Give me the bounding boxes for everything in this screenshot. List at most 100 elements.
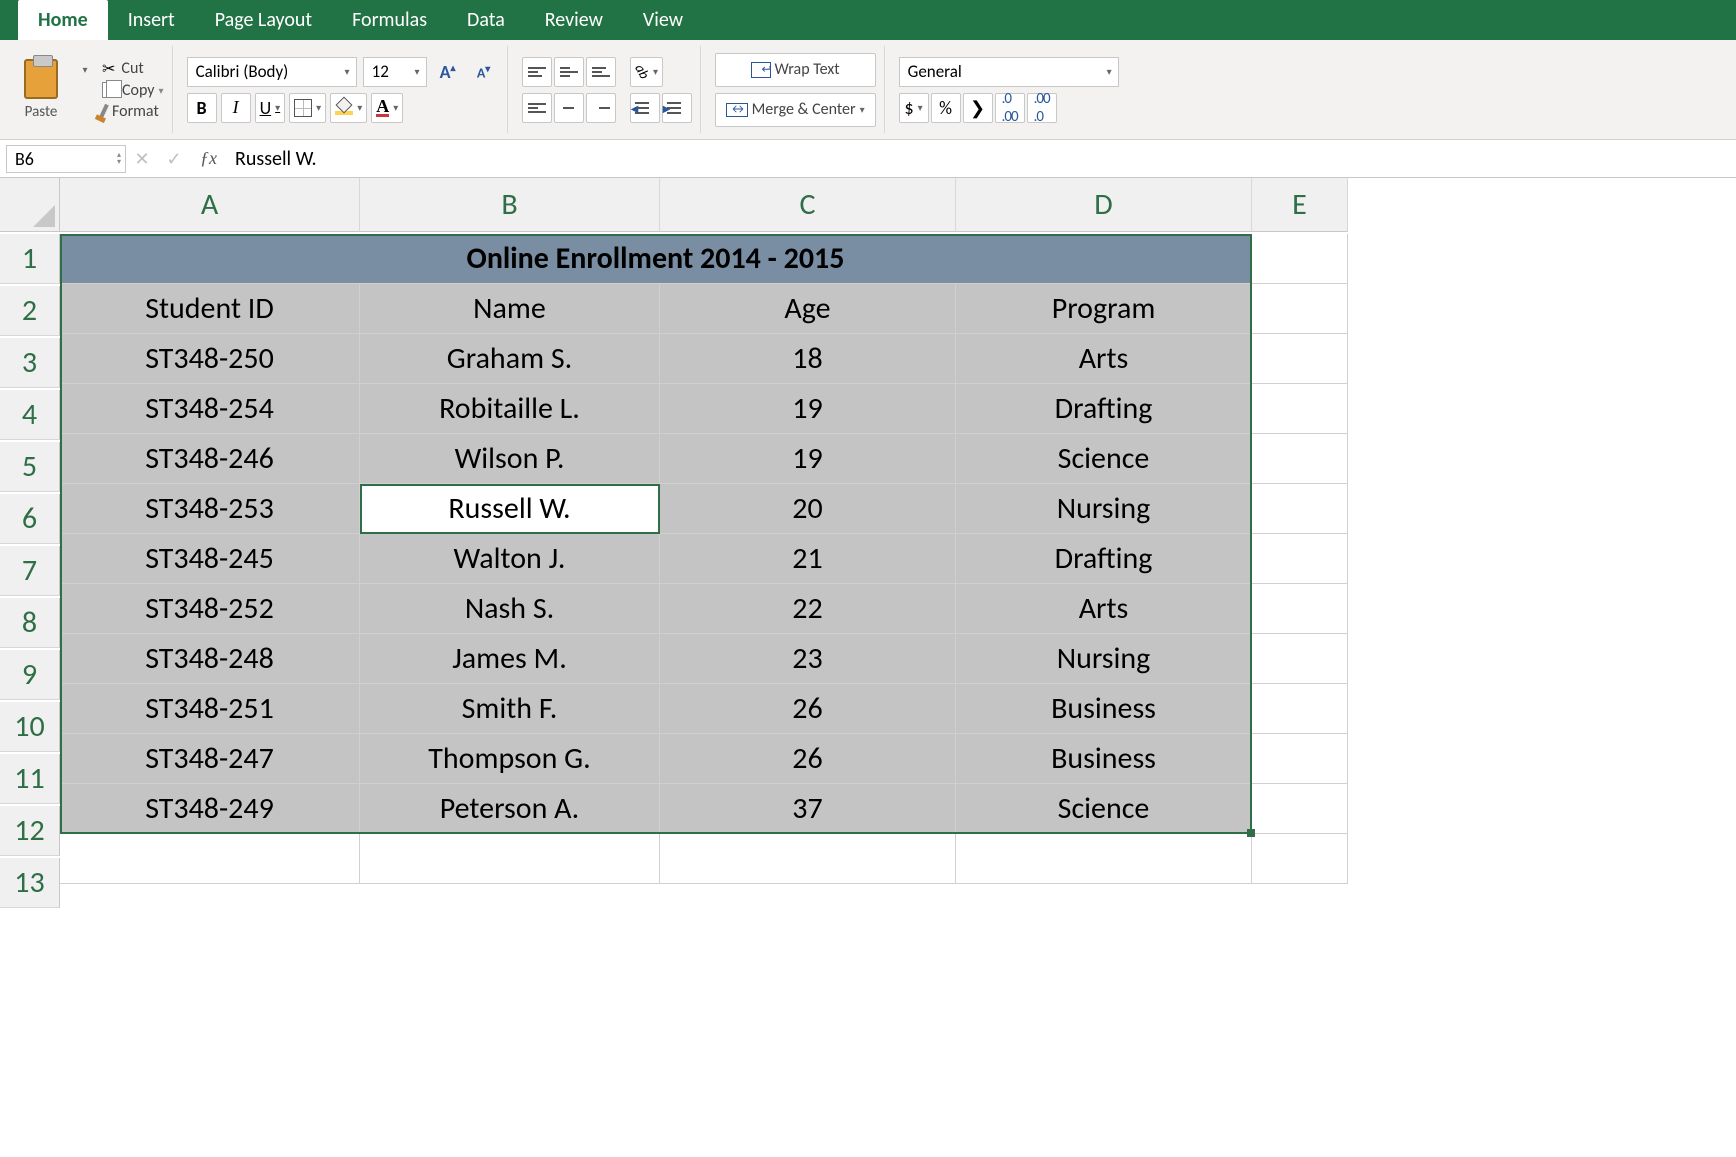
format-painter-button[interactable]: Format: [102, 102, 164, 121]
cut-button[interactable]: ✂ Cut: [102, 59, 164, 79]
cell-A7[interactable]: ST348-245: [60, 534, 360, 584]
decrease-font-button[interactable]: A▾: [469, 57, 499, 87]
cell-D4[interactable]: Drafting: [956, 384, 1252, 434]
cell-D3[interactable]: Arts: [956, 334, 1252, 384]
cell-D6[interactable]: Nursing: [956, 484, 1252, 534]
select-all-corner[interactable]: [0, 178, 60, 232]
cell-A2[interactable]: Student ID: [60, 284, 360, 334]
cell-C7[interactable]: 21: [660, 534, 956, 584]
row-header-12[interactable]: 12: [0, 806, 60, 856]
cell-C11[interactable]: 26: [660, 734, 956, 784]
number-format-select[interactable]: General▾: [899, 57, 1119, 87]
font-size-select[interactable]: 12▾: [363, 57, 427, 87]
col-header-B[interactable]: B: [360, 178, 660, 232]
cell-E1[interactable]: [1252, 234, 1348, 284]
row-header-2[interactable]: 2: [0, 286, 60, 336]
cell-E12[interactable]: [1252, 784, 1348, 834]
cell-E7[interactable]: [1252, 534, 1348, 584]
cell-A3[interactable]: ST348-250: [60, 334, 360, 384]
name-box[interactable]: B6 ▴▾: [6, 145, 126, 173]
fill-color-button[interactable]: [330, 93, 367, 123]
cell-B6[interactable]: Russell W.: [360, 484, 660, 534]
cell-D12[interactable]: Science: [956, 784, 1252, 834]
cell-D5[interactable]: Science: [956, 434, 1252, 484]
cell-B8[interactable]: Nash S.: [360, 584, 660, 634]
cell-C2[interactable]: Age: [660, 284, 956, 334]
tab-page-layout[interactable]: Page Layout: [195, 0, 332, 40]
cell-C4[interactable]: 19: [660, 384, 956, 434]
cell-B11[interactable]: Thompson G.: [360, 734, 660, 784]
align-top-button[interactable]: [522, 57, 552, 87]
cell-A10[interactable]: ST348-251: [60, 684, 360, 734]
underline-button[interactable]: U: [255, 93, 286, 123]
cell-B12[interactable]: Peterson A.: [360, 784, 660, 834]
cell-B3[interactable]: Graham S.: [360, 334, 660, 384]
font-name-select[interactable]: Calibri (Body)▾: [187, 57, 357, 87]
orientation-button[interactable]: ab: [630, 57, 663, 87]
enter-formula-button[interactable]: ✓: [158, 148, 190, 170]
tab-home[interactable]: Home: [18, 0, 108, 40]
cell-A4[interactable]: ST348-254: [60, 384, 360, 434]
cell-D11[interactable]: Business: [956, 734, 1252, 784]
percent-button[interactable]: %: [931, 93, 961, 123]
copy-dropdown-icon[interactable]: ▾: [159, 84, 164, 97]
cell-A6[interactable]: ST348-253: [60, 484, 360, 534]
cell-A5[interactable]: ST348-246: [60, 434, 360, 484]
cell-C12[interactable]: 37: [660, 784, 956, 834]
cancel-formula-button[interactable]: ✕: [126, 148, 158, 170]
cell-E9[interactable]: [1252, 634, 1348, 684]
cell-B13[interactable]: [360, 834, 660, 884]
tab-insert[interactable]: Insert: [108, 0, 195, 40]
cell-E2[interactable]: [1252, 284, 1348, 334]
cell-D9[interactable]: Nursing: [956, 634, 1252, 684]
cell-D10[interactable]: Business: [956, 684, 1252, 734]
tab-data[interactable]: Data: [447, 0, 525, 40]
merge-center-button[interactable]: Merge & Center: [715, 93, 876, 127]
cell-E13[interactable]: [1252, 834, 1348, 884]
cell-A12[interactable]: ST348-249: [60, 784, 360, 834]
increase-decimal-button[interactable]: .0.00: [995, 93, 1025, 123]
align-bottom-button[interactable]: [586, 57, 616, 87]
cell-C13[interactable]: [660, 834, 956, 884]
cell-E11[interactable]: [1252, 734, 1348, 784]
cell-B2[interactable]: Name: [360, 284, 660, 334]
paste-dropdown[interactable]: [68, 54, 98, 84]
cell-A8[interactable]: ST348-252: [60, 584, 360, 634]
row-header-11[interactable]: 11: [0, 754, 60, 804]
currency-button[interactable]: $: [899, 93, 929, 123]
formula-input[interactable]: Russell W.: [227, 147, 1736, 171]
row-header-7[interactable]: 7: [0, 546, 60, 596]
align-center-button[interactable]: [554, 93, 584, 123]
copy-button[interactable]: Copy ▾: [102, 81, 164, 100]
row-header-10[interactable]: 10: [0, 702, 60, 752]
cell-E10[interactable]: [1252, 684, 1348, 734]
wrap-text-button[interactable]: Wrap Text: [715, 53, 876, 87]
bold-button[interactable]: B: [187, 93, 217, 123]
row-header-4[interactable]: 4: [0, 390, 60, 440]
cell-D13[interactable]: [956, 834, 1252, 884]
fx-icon[interactable]: ƒx: [190, 148, 227, 169]
cell-B10[interactable]: Smith F.: [360, 684, 660, 734]
row-header-6[interactable]: 6: [0, 494, 60, 544]
cell-E4[interactable]: [1252, 384, 1348, 434]
cell-C9[interactable]: 23: [660, 634, 956, 684]
align-left-button[interactable]: [522, 93, 552, 123]
borders-button[interactable]: [289, 93, 326, 123]
cell-E3[interactable]: [1252, 334, 1348, 384]
comma-button[interactable]: ❯: [963, 93, 993, 123]
cell-C8[interactable]: 22: [660, 584, 956, 634]
italic-button[interactable]: I: [221, 93, 251, 123]
tab-formulas[interactable]: Formulas: [332, 0, 447, 40]
row-header-13[interactable]: 13: [0, 858, 60, 908]
cell-A9[interactable]: ST348-248: [60, 634, 360, 684]
col-header-A[interactable]: A: [60, 178, 360, 232]
cell-B7[interactable]: Walton J.: [360, 534, 660, 584]
cell-A11[interactable]: ST348-247: [60, 734, 360, 784]
cell-D8[interactable]: Arts: [956, 584, 1252, 634]
cell-B5[interactable]: Wilson P.: [360, 434, 660, 484]
cell-C10[interactable]: 26: [660, 684, 956, 734]
increase-font-button[interactable]: A▴: [433, 57, 463, 87]
cell-C5[interactable]: 19: [660, 434, 956, 484]
name-box-stepper[interactable]: ▴▾: [117, 152, 121, 166]
cell-C6[interactable]: 20: [660, 484, 956, 534]
